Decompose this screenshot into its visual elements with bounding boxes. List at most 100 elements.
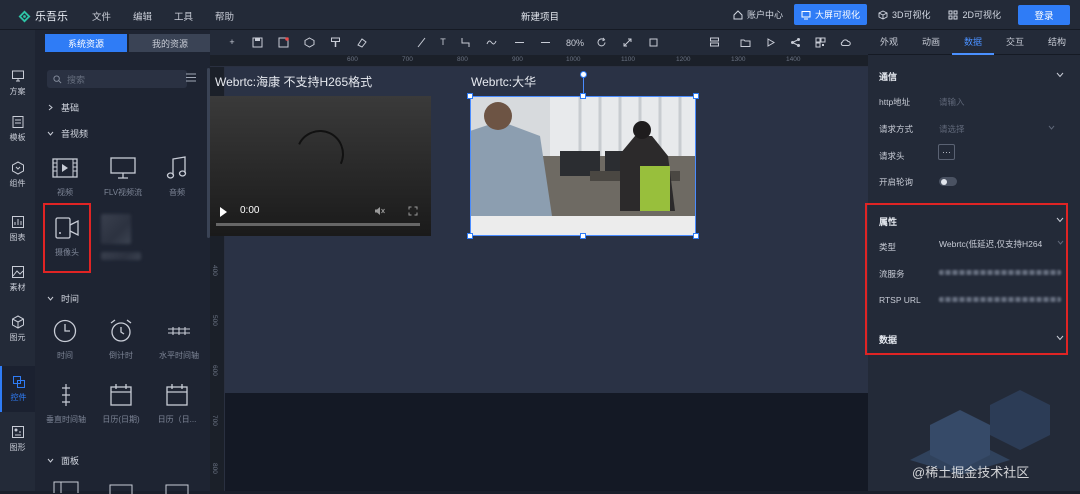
rotate-handle[interactable] (580, 71, 587, 78)
account-center-button[interactable]: 账户中心 (726, 4, 790, 25)
widget-video[interactable]: 视频 (41, 145, 89, 205)
save-as-icon[interactable] (276, 35, 290, 49)
resize-handle[interactable] (467, 93, 473, 99)
resize-handle[interactable] (580, 93, 586, 99)
widget-flv-stream[interactable]: FLV视频流 (99, 145, 147, 205)
camera-icon (55, 217, 79, 239)
widget-calendar-day[interactable]: 日历（日... (153, 372, 201, 432)
rail-item-control[interactable]: 控件 (0, 366, 35, 412)
rail-item-chart[interactable]: 图表 (0, 206, 35, 252)
chevron-down-icon[interactable] (1056, 72, 1064, 78)
big-screen-button[interactable]: 大屏可视化 (793, 4, 867, 25)
http-address-input[interactable]: 请输入 (939, 96, 965, 108)
widget-calendar-date[interactable]: 日历(日期) (97, 372, 145, 432)
template-icon (12, 116, 23, 128)
polyline-tool-icon[interactable] (458, 35, 472, 49)
panel-icon (53, 481, 79, 493)
rail-item-scheme[interactable]: 方案 (0, 60, 35, 106)
qrcode-icon[interactable] (813, 35, 827, 49)
folder-icon[interactable] (738, 35, 752, 49)
project-title[interactable]: 新建项目 (521, 12, 559, 23)
category-basic[interactable]: 基础 (47, 101, 79, 114)
rail-item-element[interactable]: 图元 (0, 306, 35, 352)
tab-appearance[interactable]: 外观 (868, 30, 910, 55)
frame-icon[interactable] (646, 35, 660, 49)
eraser-icon[interactable] (354, 35, 368, 49)
library-search-input[interactable]: 搜索 (47, 70, 187, 88)
fit-icon[interactable] (620, 35, 634, 49)
resize-handle[interactable] (693, 233, 699, 239)
share-icon[interactable] (788, 35, 802, 49)
widget-countdown[interactable]: 倒计时 (97, 308, 145, 368)
layers-icon[interactable] (707, 35, 721, 49)
ruler-tick: 700 (402, 56, 413, 63)
resize-handle[interactable] (693, 93, 699, 99)
list-menu-icon[interactable] (186, 73, 196, 82)
tab-system-resources[interactable]: 系统资源 (45, 34, 127, 52)
curve-tool-icon[interactable] (484, 35, 498, 49)
menu-tools[interactable]: 工具 (174, 9, 193, 23)
rail-label: 方案 (9, 87, 26, 96)
tab-animation[interactable]: 动画 (910, 30, 952, 55)
component-icon[interactable] (302, 35, 316, 49)
widget-vertical-timeline[interactable]: 垂直时间轴 (41, 372, 91, 432)
line-end-icon[interactable] (538, 35, 552, 49)
play-icon[interactable] (220, 207, 227, 217)
rail-item-template[interactable]: 模板 (0, 106, 35, 152)
line-style-icon[interactable] (512, 35, 526, 49)
blurred-widget-label (101, 252, 141, 260)
fullscreen-icon[interactable] (408, 206, 418, 216)
image-icon (11, 266, 24, 278)
widget-clock[interactable]: 时间 (41, 308, 89, 368)
tab-structure[interactable]: 结构 (1036, 30, 1078, 55)
video-dahua-title[interactable]: Webrtc:大华 (471, 73, 536, 90)
text-tool-icon[interactable]: T (436, 35, 450, 49)
ruler-tick: 1000 (566, 56, 581, 63)
viz3d-button[interactable]: 3D可视化 (871, 4, 938, 25)
rail-item-shape[interactable]: 图形 (0, 416, 35, 462)
refresh-icon[interactable] (594, 35, 608, 49)
widget-audio[interactable]: 音频 (153, 145, 201, 205)
control-icon (12, 376, 25, 388)
widget-label: 垂直时间轴 (46, 415, 86, 424)
rail-item-material[interactable]: 素材 (0, 256, 35, 302)
menu-help[interactable]: 帮助 (215, 9, 234, 23)
category-time[interactable]: 时间 (47, 292, 79, 305)
resize-handle[interactable] (580, 233, 586, 239)
menu-edit[interactable]: 编辑 (133, 9, 152, 23)
video-progress-bar[interactable] (216, 223, 420, 226)
tab-my-resources[interactable]: 我的资源 (129, 34, 211, 52)
cloud-icon[interactable] (838, 35, 852, 49)
line-tool-icon[interactable] (414, 35, 428, 49)
widget-camera[interactable]: 摄像头 (43, 203, 91, 273)
tab-interaction[interactable]: 交互 (994, 30, 1036, 55)
preview-play-icon[interactable] (763, 35, 777, 49)
login-button[interactable]: 登录 (1018, 4, 1070, 25)
rail-label: 素材 (9, 283, 26, 292)
search-placeholder: 搜索 (67, 74, 86, 85)
ruler-tick: 500 (211, 315, 218, 326)
request-headers-button[interactable]: ··· (938, 144, 955, 160)
ruler-tick: 700 (211, 415, 218, 426)
category-av[interactable]: 音视频 (47, 127, 88, 140)
category-panel[interactable]: 面板 (47, 454, 79, 467)
video-hikvision-title[interactable]: Webrtc:海康 不支持H265格式 (215, 73, 372, 90)
widget-horizontal-timeline[interactable]: 水平时间轴 (151, 308, 207, 368)
app-logo[interactable]: 乐吾乐 (18, 8, 68, 24)
request-method-select[interactable]: 请选择 (939, 123, 965, 135)
add-icon[interactable]: + (225, 35, 239, 49)
format-brush-icon[interactable] (328, 35, 342, 49)
section-communication-title[interactable]: 通信 (879, 70, 897, 83)
chevron-down-icon (1048, 125, 1055, 130)
mute-icon[interactable] (374, 206, 385, 216)
rail-item-component[interactable]: 组件 (0, 152, 35, 198)
video-hikvision[interactable]: 0:00 (210, 96, 431, 236)
polling-toggle[interactable] (939, 177, 957, 186)
resize-handle[interactable] (467, 233, 473, 239)
tab-data[interactable]: 数据 (952, 30, 994, 55)
clock-icon (53, 319, 77, 343)
zoom-level[interactable]: 80% (562, 36, 588, 50)
save-icon[interactable] (250, 35, 264, 49)
menu-file[interactable]: 文件 (92, 9, 111, 23)
viz2d-button[interactable]: 2D可视化 (941, 4, 1008, 25)
